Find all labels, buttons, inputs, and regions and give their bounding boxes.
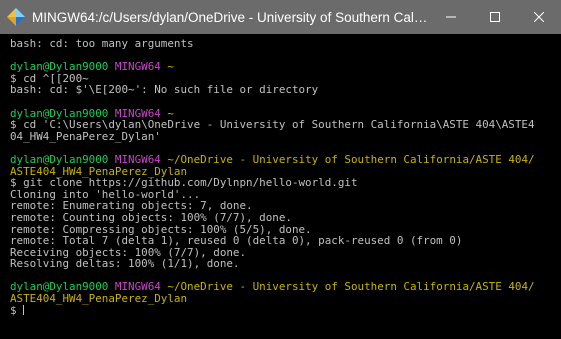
prompt-path: ~	[167, 60, 174, 74]
text-cursor	[23, 304, 25, 315]
prompt-host: MINGW64	[114, 60, 161, 74]
input-line[interactable]: $	[10, 303, 558, 317]
minimize-icon	[446, 16, 456, 18]
minimize-button[interactable]	[429, 0, 473, 34]
command-prompt: $	[10, 303, 24, 317]
command-line-wrap: 04_HW4_PenaPerez_Dylan'	[10, 129, 161, 143]
output-line: remote: Total 7 (delta 1), reused 0 (del…	[10, 234, 463, 248]
output-line: bash: cd: $'\E[200~': No such file or di…	[10, 83, 319, 97]
title-bar[interactable]: MINGW64:/c/Users/dylan/OneDrive - Univer…	[0, 0, 561, 34]
output-line: bash: cd: too many arguments	[10, 38, 194, 50]
prompt-path: ~/OneDrive - University of Southern Cali…	[167, 280, 535, 294]
command-line: $ git clone https://github.com/Dylnpn/he…	[10, 176, 358, 190]
command-line: $ cd 'C:\Users\dylan\OneDrive - Universi…	[10, 118, 535, 132]
prompt-host: MINGW64	[114, 152, 161, 166]
prompt-path: ~/OneDrive - University of Southern Cali…	[167, 152, 535, 166]
prompt-path-wrap: ASTE404_HW4_PenaPerez_Dylan	[10, 292, 188, 306]
mingw-diamond-icon	[6, 7, 26, 27]
window-title: MINGW64:/c/Users/dylan/OneDrive - Univer…	[32, 9, 429, 25]
maximize-button[interactable]	[473, 0, 517, 34]
close-button[interactable]	[517, 0, 561, 34]
maximize-icon	[490, 12, 500, 22]
output-line: Resolving deltas: 100% (1/1), done.	[10, 257, 240, 271]
close-icon	[534, 12, 544, 22]
terminal-output[interactable]: bash: cd: too many arguments dylan@Dylan…	[10, 38, 558, 339]
prompt-user: dylan@Dylan9000	[10, 152, 109, 166]
prompt-line: dylan@Dylan9000 MINGW64 ~/OneDrive - Uni…	[10, 154, 558, 166]
prompt-line: dylan@Dylan9000 MINGW64 ~	[10, 61, 558, 73]
output-line: remote: Counting objects: 100% (7/7), do…	[10, 210, 292, 224]
terminal-window: MINGW64:/c/Users/dylan/OneDrive - Univer…	[0, 0, 561, 339]
